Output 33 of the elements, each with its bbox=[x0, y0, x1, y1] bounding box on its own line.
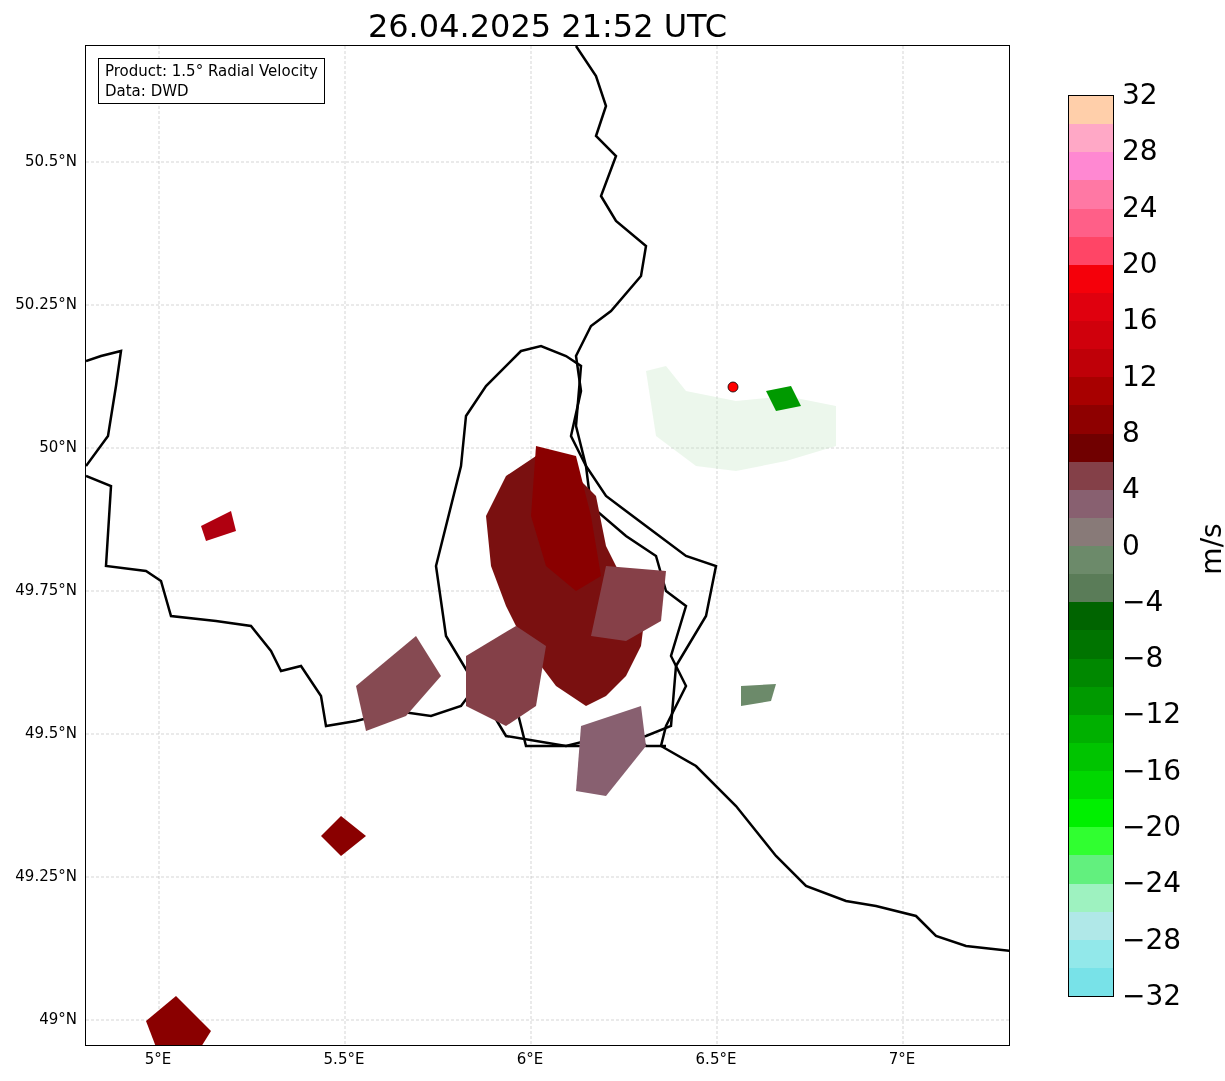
colorbar-tick-label: 4 bbox=[1122, 473, 1140, 506]
colorbar-tick-label: −12 bbox=[1122, 698, 1182, 731]
colorbar-tick-label: −28 bbox=[1122, 923, 1182, 956]
axis-tick-label: 50°N bbox=[39, 438, 77, 456]
axis-tick-label: 5.5°E bbox=[322, 1050, 366, 1068]
axis-tick-label: 49.75°N bbox=[15, 581, 77, 599]
colorbar-tick-label: −8 bbox=[1122, 642, 1164, 675]
chart-title: 26.04.2025 21:52 UTC bbox=[366, 6, 729, 47]
colorbar-tick-label: 28 bbox=[1122, 135, 1158, 168]
colorbar-tick-label: 12 bbox=[1122, 360, 1158, 393]
colorbar-tick-label: −24 bbox=[1122, 867, 1182, 900]
colorbar-tick-label: 32 bbox=[1122, 79, 1158, 111]
axis-tick-label: 49.25°N bbox=[15, 867, 77, 885]
colorbar-tick-label: 20 bbox=[1122, 247, 1158, 280]
axis-tick-label: 50.5°N bbox=[24, 152, 77, 170]
axis-tick-label: 7°E bbox=[887, 1050, 917, 1068]
colorbar-label: m/s bbox=[1195, 523, 1225, 575]
axis-tick-label: 5°E bbox=[143, 1050, 173, 1068]
colorbar-tick-label: −16 bbox=[1122, 754, 1182, 787]
info-text: Data: DWD bbox=[105, 81, 190, 101]
colorbar-tick-label: −32 bbox=[1122, 980, 1182, 1012]
colorbar-tick-label: 0 bbox=[1122, 529, 1140, 562]
info-text: Product: 1.5° Radial Velocity bbox=[105, 61, 318, 81]
axis-tick-label: 49°N bbox=[39, 1010, 77, 1028]
colorbar-tick-label: 8 bbox=[1122, 416, 1140, 449]
colorbar-tick-label: −20 bbox=[1122, 811, 1182, 844]
axis-tick-label: 6°E bbox=[515, 1050, 545, 1068]
colorbar-tick-label: 24 bbox=[1122, 191, 1158, 224]
axis-tick-label: 6.5°E bbox=[694, 1050, 738, 1068]
colorbar-tick-label: −4 bbox=[1122, 585, 1164, 618]
axis-tick-label: 50.25°N bbox=[15, 295, 77, 313]
colorbar-tick-label: 16 bbox=[1122, 304, 1158, 337]
axis-tick-label: 49.5°N bbox=[24, 724, 77, 742]
